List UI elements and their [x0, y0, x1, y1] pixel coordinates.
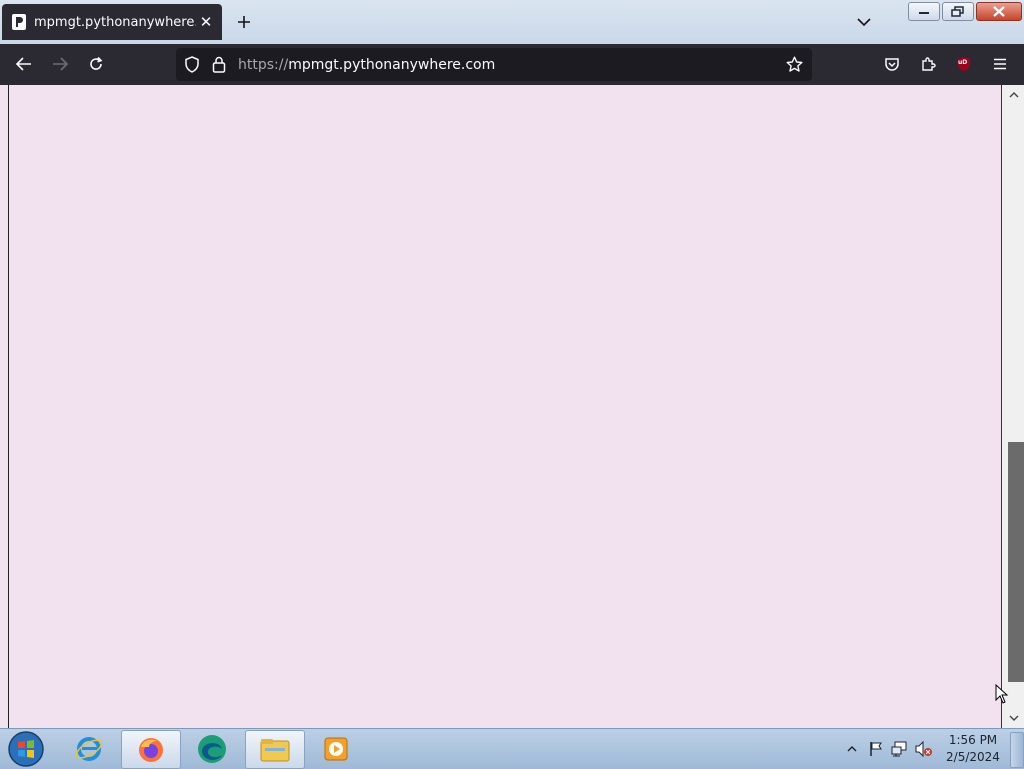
- new-tab-icon[interactable]: [234, 12, 254, 32]
- forward-arrow-icon[interactable]: [46, 50, 74, 78]
- mouse-cursor-icon: [995, 683, 1009, 708]
- action-center-flag-icon[interactable]: [867, 740, 885, 758]
- network-icon[interactable]: [891, 740, 909, 758]
- reload-icon[interactable]: [82, 50, 110, 78]
- media-player-icon[interactable]: [307, 730, 365, 767]
- volume-muted-icon[interactable]: [915, 740, 933, 758]
- url-scheme: https://: [238, 56, 289, 73]
- chevron-down-icon[interactable]: [854, 12, 874, 32]
- puzzle-icon[interactable]: [914, 50, 942, 78]
- tab-close-icon[interactable]: ✕: [196, 12, 216, 32]
- clock-date: 2/5/2024: [946, 750, 1000, 764]
- window-controls: [908, 2, 1022, 21]
- star-icon[interactable]: [786, 56, 803, 77]
- scrollbar-thumb[interactable]: [1008, 442, 1024, 682]
- show-hidden-icons-icon[interactable]: [843, 740, 861, 758]
- taskbar-clock[interactable]: 1:56 PM 2/5/2024: [944, 732, 1002, 766]
- internet-explorer-icon[interactable]: [60, 730, 118, 767]
- url-text[interactable]: https://mpmgt.pythonanywhere.com: [238, 57, 495, 73]
- url-bar[interactable]: https://mpmgt.pythonanywhere.com: [176, 48, 812, 81]
- page-content[interactable]: [0, 85, 1001, 728]
- browser-tab[interactable]: mpmgt.pythonanywhere.com/ ✕: [2, 4, 222, 40]
- window-close-icon[interactable]: [976, 2, 1022, 21]
- vertical-scrollbar[interactable]: [1001, 85, 1024, 728]
- firefox-icon[interactable]: [121, 730, 181, 769]
- back-arrow-icon[interactable]: [10, 50, 38, 78]
- file-explorer-icon[interactable]: [245, 730, 305, 769]
- clock-time: 1:56 PM: [948, 733, 998, 747]
- content-left-border: [8, 85, 9, 728]
- pocket-icon[interactable]: [878, 50, 906, 78]
- lock-icon[interactable]: [212, 56, 226, 77]
- windows-taskbar: 1:56 PM 2/5/2024: [0, 728, 1024, 769]
- restore-icon[interactable]: [942, 2, 974, 21]
- ublock-icon[interactable]: uD: [950, 50, 978, 78]
- system-tray: [843, 729, 939, 769]
- url-host: mpmgt.pythonanywhere.com: [288, 56, 496, 73]
- tab-strip: mpmgt.pythonanywhere.com/ ✕: [0, 0, 1024, 44]
- scroll-up-icon[interactable]: [1002, 87, 1024, 103]
- hamburger-menu-icon[interactable]: [986, 50, 1014, 78]
- pythonanywhere-favicon-icon: [11, 14, 27, 30]
- start-button[interactable]: [4, 730, 48, 768]
- edge-icon[interactable]: [183, 730, 241, 767]
- navigation-toolbar: https://mpmgt.pythonanywhere.com uD: [0, 44, 1024, 85]
- show-desktop-button[interactable]: [1010, 732, 1024, 768]
- ublock-label: uD: [958, 59, 968, 66]
- minimize-icon[interactable]: [908, 2, 940, 21]
- tab-title: mpmgt.pythonanywhere.com/: [34, 14, 196, 30]
- scroll-down-icon[interactable]: [1002, 710, 1024, 726]
- shield-icon[interactable]: [184, 56, 200, 77]
